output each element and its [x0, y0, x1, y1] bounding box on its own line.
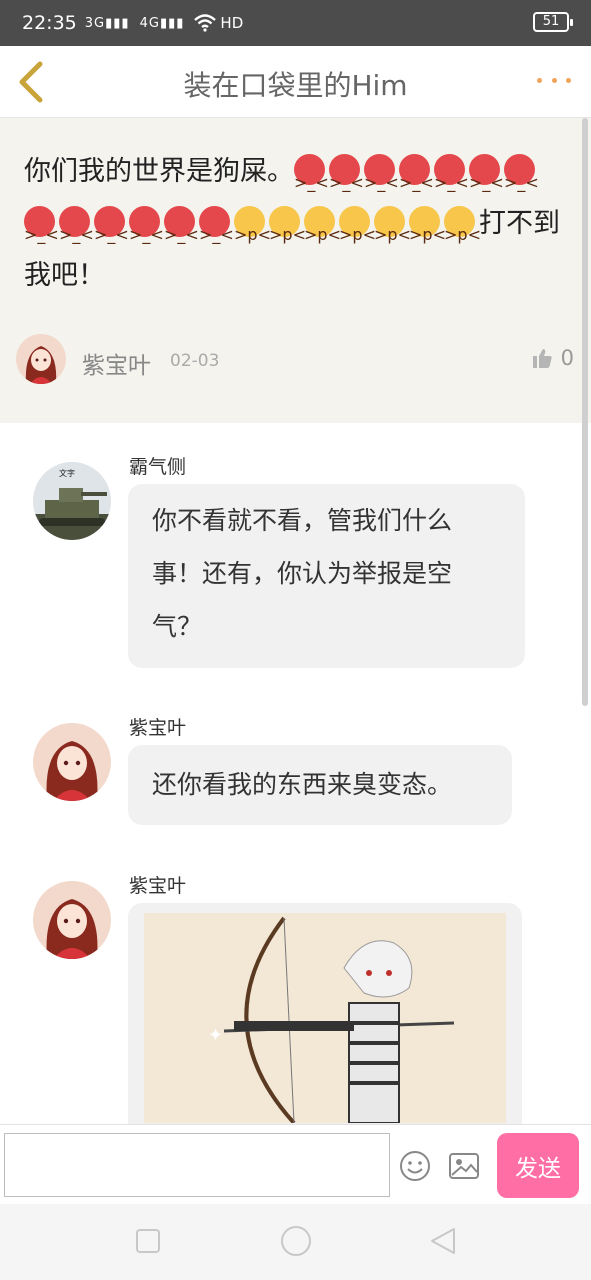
comment-composer: 发送: [0, 1124, 591, 1204]
comment-bubble: 还你看我的东西来臭变态。: [128, 745, 512, 825]
svg-text:文字: 文字: [59, 468, 75, 478]
angry-face-emoji: >_<: [199, 206, 234, 244]
status-time: 22:35: [22, 12, 77, 34]
avatar[interactable]: [33, 723, 111, 801]
svg-text:✦: ✦: [208, 1025, 223, 1046]
tongue-face-emoji: >p<: [339, 206, 376, 244]
post-date: 02-03: [170, 351, 220, 371]
angry-face-emoji: >_<: [24, 206, 59, 244]
comment-image-bubble: ✦: [128, 903, 522, 1124]
original-post: 你们我的世界是狗屎。 >_< >_< >_< >_< >_< >_< >_< >_< >_< >_<…: [0, 118, 591, 423]
angry-face-emoji: >_<: [504, 154, 539, 192]
tongue-face-emoji: >p<: [444, 206, 481, 244]
comment-item: 紫宝叶 ✦: [0, 871, 591, 1124]
angry-face-emoji: >_<: [469, 154, 504, 192]
send-button[interactable]: 发送: [497, 1133, 579, 1198]
comment-text: 还你看我的东西来臭变态。: [152, 770, 453, 799]
wifi-icon: [194, 14, 217, 32]
comment-text: 你不看就不看，管我们什么事！还有，你认为举报是空气？: [152, 506, 453, 641]
like-button[interactable]: 0: [531, 346, 574, 370]
recent-apps-icon[interactable]: [136, 1229, 160, 1253]
signal-3g: 3G▮▮▮: [84, 15, 130, 31]
signal-4g: 4G▮▮▮: [139, 15, 185, 31]
comment-image[interactable]: ✦: [144, 913, 506, 1123]
comment-item: 紫宝叶 还你看我的东西来臭变态。: [0, 713, 591, 828]
image-upload-button[interactable]: [448, 1152, 480, 1180]
more-dots-icon: [537, 78, 542, 83]
emoji-button[interactable]: [399, 1150, 431, 1182]
nav-back-icon[interactable]: [428, 1226, 458, 1256]
smiley-icon: [400, 1151, 430, 1181]
angry-face-emoji: >_<: [399, 154, 434, 192]
angry-face-emoji: >_<: [129, 206, 164, 244]
comment-bubble: 你不看就不看，管我们什么事！还有，你认为举报是空气？: [128, 484, 525, 668]
tongue-face-emoji: >p<: [269, 206, 306, 244]
post-text-part1: 你们我的世界是狗屎。: [24, 156, 294, 187]
tongue-face-emoji: >p<: [374, 206, 411, 244]
post-content: 你们我的世界是狗屎。 >_< >_< >_< >_< >_< >_< >_< >_< >_< >_<…: [24, 146, 569, 302]
comment-author-name[interactable]: 紫宝叶: [129, 871, 186, 898]
angry-face-emoji: >_<: [59, 206, 94, 244]
hd-indicator: HD: [220, 14, 244, 32]
angry-face-emoji: >_<: [329, 154, 364, 192]
thumbs-up-icon: [532, 349, 552, 368]
avatar[interactable]: 文字: [33, 462, 111, 540]
comment-input[interactable]: [4, 1133, 390, 1197]
like-count: 0: [560, 346, 574, 370]
system-nav-bar: [0, 1204, 591, 1280]
comment-author-name[interactable]: 紫宝叶: [129, 713, 186, 740]
page-title: 装在口袋里的Him: [183, 69, 408, 102]
tongue-face-emoji: >p<: [409, 206, 446, 244]
more-button[interactable]: [537, 78, 571, 88]
post-author-row: 紫宝叶 02-03 0: [16, 334, 576, 386]
tongue-face-emoji: >p<: [234, 206, 271, 244]
post-author-name[interactable]: 紫宝叶: [82, 346, 151, 380]
angry-face-emoji: >_<: [364, 154, 399, 192]
angry-face-emoji: >_<: [94, 206, 129, 244]
avatar[interactable]: [16, 334, 66, 384]
angry-face-emoji: >_<: [164, 206, 199, 244]
status-bar: 22:35 3G▮▮▮ 4G▮▮▮ HD 51: [0, 0, 591, 46]
angry-face-emoji: >_<: [434, 154, 469, 192]
title-bar: 装在口袋里的Him: [0, 46, 591, 118]
battery-indicator: 51: [533, 12, 573, 32]
comment-author-name[interactable]: 霸气侧: [129, 452, 186, 479]
home-icon[interactable]: [281, 1226, 311, 1256]
angry-face-emoji: >_<: [294, 154, 329, 192]
comment-item: 文字 霸气侧 你不看就不看，管我们什么事！还有，你认为举报是空气？: [0, 452, 591, 670]
avatar[interactable]: [33, 881, 111, 959]
image-icon: [449, 1153, 479, 1179]
tongue-face-emoji: >p<: [304, 206, 341, 244]
